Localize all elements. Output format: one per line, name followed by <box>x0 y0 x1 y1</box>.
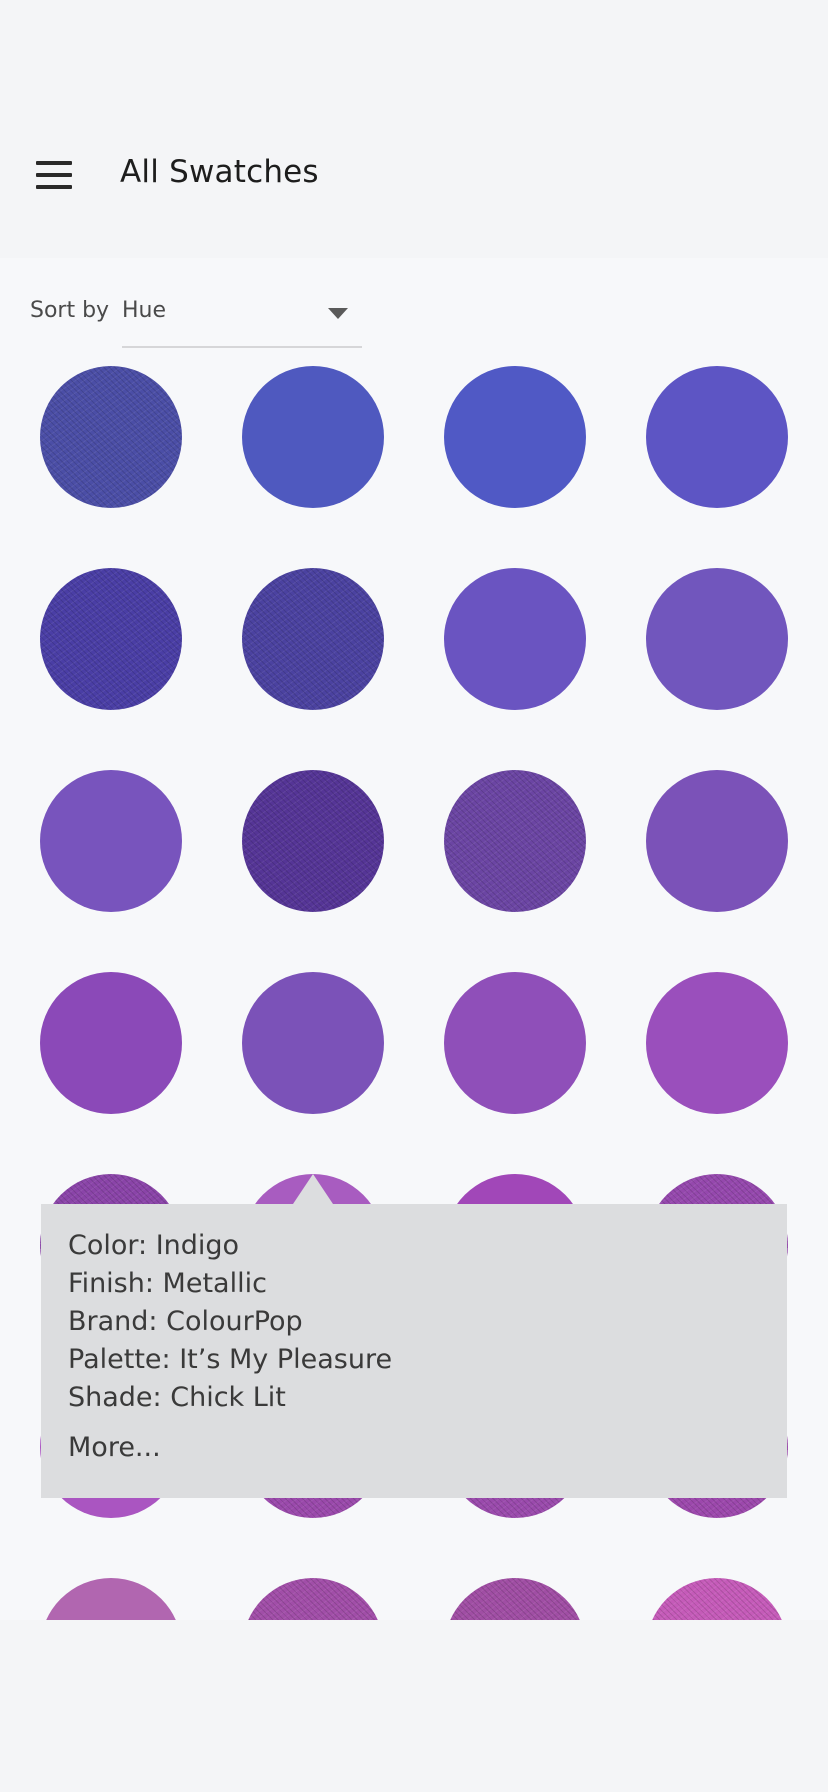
hamburger-menu-icon <box>36 161 72 165</box>
sort-selected-value: Hue <box>122 298 167 323</box>
tooltip-arrow <box>293 1174 333 1204</box>
swatch-item[interactable] <box>242 366 384 508</box>
swatch-item[interactable] <box>444 1578 586 1620</box>
tooltip-shade: Shade: Chick Lit <box>68 1382 286 1413</box>
main-content: Sort by Hue Color: Indigo Finish: Metall… <box>0 258 828 1620</box>
swatch-item[interactable] <box>646 568 788 710</box>
swatch-item[interactable] <box>444 770 586 912</box>
menu-button[interactable] <box>24 145 84 205</box>
swatch-item[interactable] <box>444 972 586 1114</box>
swatch-item[interactable] <box>40 1578 182 1620</box>
sort-label: Sort by <box>30 298 110 323</box>
swatch-item[interactable] <box>646 972 788 1114</box>
tooltip-palette: Palette: It’s My Pleasure <box>68 1344 393 1375</box>
swatch-item[interactable] <box>646 770 788 912</box>
sort-dropdown[interactable]: Hue <box>122 284 362 348</box>
swatch-item[interactable] <box>242 770 384 912</box>
swatch-item[interactable] <box>40 568 182 710</box>
swatch-item[interactable] <box>242 568 384 710</box>
app-bar: All Swatches <box>0 0 828 258</box>
swatch-item[interactable] <box>444 366 586 508</box>
swatch-item[interactable] <box>40 770 182 912</box>
tooltip-color: Color: Indigo <box>68 1230 240 1261</box>
swatch-item[interactable] <box>242 972 384 1114</box>
tooltip-brand: Brand: ColourPop <box>68 1306 303 1337</box>
swatch-item[interactable] <box>646 366 788 508</box>
swatch-item[interactable] <box>646 1578 788 1620</box>
dropdown-caret-icon <box>328 308 348 319</box>
swatch-item[interactable] <box>242 1578 384 1620</box>
swatch-item[interactable] <box>444 568 586 710</box>
swatch-item[interactable] <box>40 972 182 1114</box>
tooltip-more-link[interactable]: More... <box>68 1432 161 1463</box>
tooltip-finish: Finish: Metallic <box>68 1268 267 1299</box>
page-title: All Swatches <box>120 154 319 190</box>
swatch-item[interactable] <box>40 366 182 508</box>
swatch-details-tooltip: Color: Indigo Finish: Metallic Brand: Co… <box>41 1204 787 1498</box>
bottom-area <box>0 1620 828 1792</box>
